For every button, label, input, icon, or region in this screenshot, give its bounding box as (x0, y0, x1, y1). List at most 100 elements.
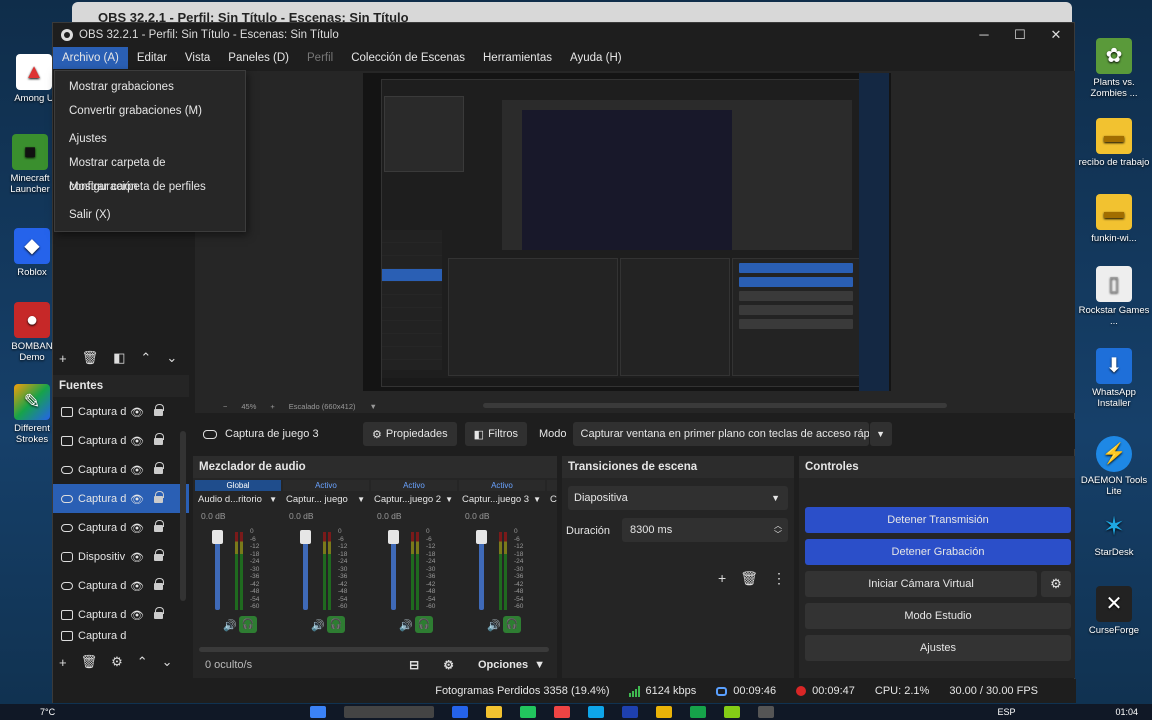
stop-streaming-button[interactable]: Detener Transmisión (805, 507, 1071, 533)
source-item[interactable]: Captura d 👁 (53, 513, 189, 542)
lock-icon[interactable] (154, 404, 164, 416)
menu-coleccion-escenas[interactable]: Colección de Escenas (342, 47, 474, 69)
desktop-icon-stardesk[interactable]: ✶ StarDesk (1076, 508, 1152, 559)
move-down-icon[interactable]: ⌄ (162, 654, 173, 670)
source-item[interactable]: Captura d 👁 (53, 571, 189, 600)
headphones-icon[interactable]: 🎧 (503, 616, 521, 633)
properties-button[interactable]: ⚙ Propiedades (363, 422, 457, 446)
add-source-icon[interactable]: + (59, 655, 67, 670)
desktop-icon-daemon-tools[interactable]: ⚡ DAEMON Tools Lite (1076, 436, 1152, 497)
speaker-icon[interactable]: 🔊 (223, 619, 237, 632)
preview-scrollbar[interactable] (483, 403, 947, 408)
add-transition-icon[interactable]: + (718, 570, 726, 587)
weather-temp[interactable]: 7°C (40, 707, 55, 717)
visibility-eye-icon[interactable]: 👁 (130, 609, 144, 622)
preview-canvas[interactable] (363, 73, 891, 391)
preview-area[interactable] (195, 71, 1075, 399)
source-item-selected[interactable]: Captura d 👁 (53, 484, 189, 513)
filters-button[interactable]: ◧ Filtros (464, 422, 528, 446)
lock-icon[interactable] (154, 578, 164, 590)
source-item[interactable]: Captura d (53, 629, 189, 643)
language-indicator[interactable]: ESP (997, 707, 1015, 717)
menu-editar[interactable]: Editar (128, 47, 176, 69)
channel-name-select[interactable]: Captur...juego 3 ▼ (459, 491, 545, 508)
source-item[interactable]: Captura d 👁 (53, 600, 189, 629)
menu-herramientas[interactable]: Herramientas (474, 47, 561, 69)
search-box[interactable] (344, 706, 435, 718)
virtual-camera-settings-gear-icon[interactable]: ⚙ (1041, 571, 1071, 597)
menu-paneles[interactable]: Paneles (D) (219, 47, 298, 69)
close-button[interactable]: ✕ (1038, 27, 1074, 43)
menu-vista[interactable]: Vista (176, 47, 219, 69)
volume-fader-knob[interactable] (476, 530, 487, 544)
move-up-icon[interactable]: ⌃ (140, 350, 151, 366)
stop-recording-button[interactable]: Detener Grabación (805, 539, 1071, 565)
visibility-eye-icon[interactable]: 👁 (130, 522, 144, 535)
remove-transition-icon[interactable]: 🗑 (740, 570, 758, 587)
clock[interactable]: 01:04 (1115, 707, 1138, 717)
menu-archivo[interactable]: Archivo (A) (53, 47, 128, 69)
menu-item-mostrar-grabaciones[interactable]: Mostrar grabaciones (55, 75, 245, 99)
edge-icon[interactable] (588, 706, 605, 718)
menu-ayuda[interactable]: Ayuda (H) (561, 47, 631, 69)
maximize-button[interactable]: ☐ (1002, 27, 1038, 43)
speaker-icon[interactable]: 🔊 (487, 619, 501, 632)
remove-scene-icon[interactable]: 🗑 (82, 350, 99, 366)
remove-source-icon[interactable]: 🗑 (81, 654, 98, 670)
minimize-button[interactable]: ─ (966, 27, 1002, 43)
zoom-in-icon[interactable]: + (270, 402, 274, 411)
menu-item-ajustes[interactable]: Ajustes (55, 127, 245, 151)
mixer-options-button[interactable]: Opciones (478, 659, 528, 671)
lock-icon[interactable] (154, 549, 164, 561)
speaker-icon[interactable]: 🔊 (399, 619, 413, 632)
duration-field[interactable]: 8300 ms ︿ ﹀ (622, 518, 788, 542)
app-icon[interactable] (724, 706, 741, 718)
start-icon[interactable] (310, 706, 327, 718)
visibility-eye-icon[interactable]: 👁 (130, 406, 144, 419)
transition-select[interactable]: Diapositiva ▼ (568, 486, 788, 510)
visibility-eye-icon[interactable]: 👁 (130, 580, 144, 593)
headphones-icon[interactable]: 🎧 (415, 616, 433, 633)
speaker-icon[interactable]: 🔊 (311, 619, 325, 632)
source-item[interactable]: Dispositiv 👁 (53, 542, 189, 571)
move-down-icon[interactable]: ⌄ (166, 350, 177, 366)
add-scene-icon[interactable]: + (59, 351, 67, 366)
app-icon[interactable] (656, 706, 673, 718)
zoom-out-icon[interactable]: − (223, 402, 227, 411)
scene-filter-icon[interactable]: ◧ (113, 350, 125, 366)
capture-mode-select[interactable]: Capturar ventana en primer plano con tec… (572, 422, 869, 446)
mixer-settings-icon[interactable]: ⚙ (443, 658, 454, 672)
lock-icon[interactable] (154, 462, 164, 474)
headphones-icon[interactable]: 🎧 (239, 616, 257, 633)
volume-fader-knob[interactable] (212, 530, 223, 544)
source-item[interactable]: Captura d 👁 (53, 426, 189, 455)
lock-icon[interactable] (154, 433, 164, 445)
source-properties-gear-icon[interactable]: ⚙ (111, 654, 123, 670)
taskview-icon[interactable] (452, 706, 469, 718)
steam-icon[interactable] (622, 706, 639, 718)
source-item[interactable]: Captura d 👁 (53, 397, 189, 426)
whatsapp-icon[interactable] (520, 706, 537, 718)
studio-mode-button[interactable]: Modo Estudio (805, 603, 1071, 629)
sources-scrollbar[interactable] (180, 431, 186, 601)
desktop-icon-funkin[interactable]: ▬ funkin-wi... (1076, 194, 1152, 244)
lock-icon[interactable] (154, 491, 164, 503)
spinner-arrows-icon[interactable]: ︿ ﹀ (774, 521, 782, 539)
visibility-eye-icon[interactable]: 👁 (130, 493, 144, 506)
volume-fader-knob[interactable] (300, 530, 311, 544)
channel-name-select[interactable]: Audio d...ritorio ▼ (195, 491, 281, 508)
desktop-icon-recibo[interactable]: ▬ recibo de trabajo (1076, 118, 1152, 168)
more-options-icon[interactable]: ⋮ (772, 570, 786, 587)
chevron-down-icon[interactable]: ▼ (534, 659, 545, 671)
layout-toggle-icon[interactable]: ⊟ (409, 658, 419, 672)
headphones-icon[interactable]: 🎧 (327, 616, 345, 633)
menu-item-carpeta-configuracion[interactable]: Mostrar carpeta de configuración (55, 151, 245, 193)
desktop-icon-plants-vs-zombies[interactable]: ✿ Plants vs. Zombies ... (1076, 38, 1152, 99)
lock-icon[interactable] (154, 520, 164, 532)
volume-fader-knob[interactable] (388, 530, 399, 544)
desktop-icon-whatsapp-installer[interactable]: ⬇ WhatsApp Installer (1076, 348, 1152, 409)
start-virtual-camera-button[interactable]: Iniciar Cámara Virtual (805, 571, 1037, 597)
desktop-icon-curseforge[interactable]: ✕ CurseForge (1076, 586, 1152, 636)
title-bar[interactable]: OBS 32.2.1 - Perfil: Sin Título - Escena… (53, 23, 1074, 47)
move-up-icon[interactable]: ⌃ (137, 654, 148, 670)
